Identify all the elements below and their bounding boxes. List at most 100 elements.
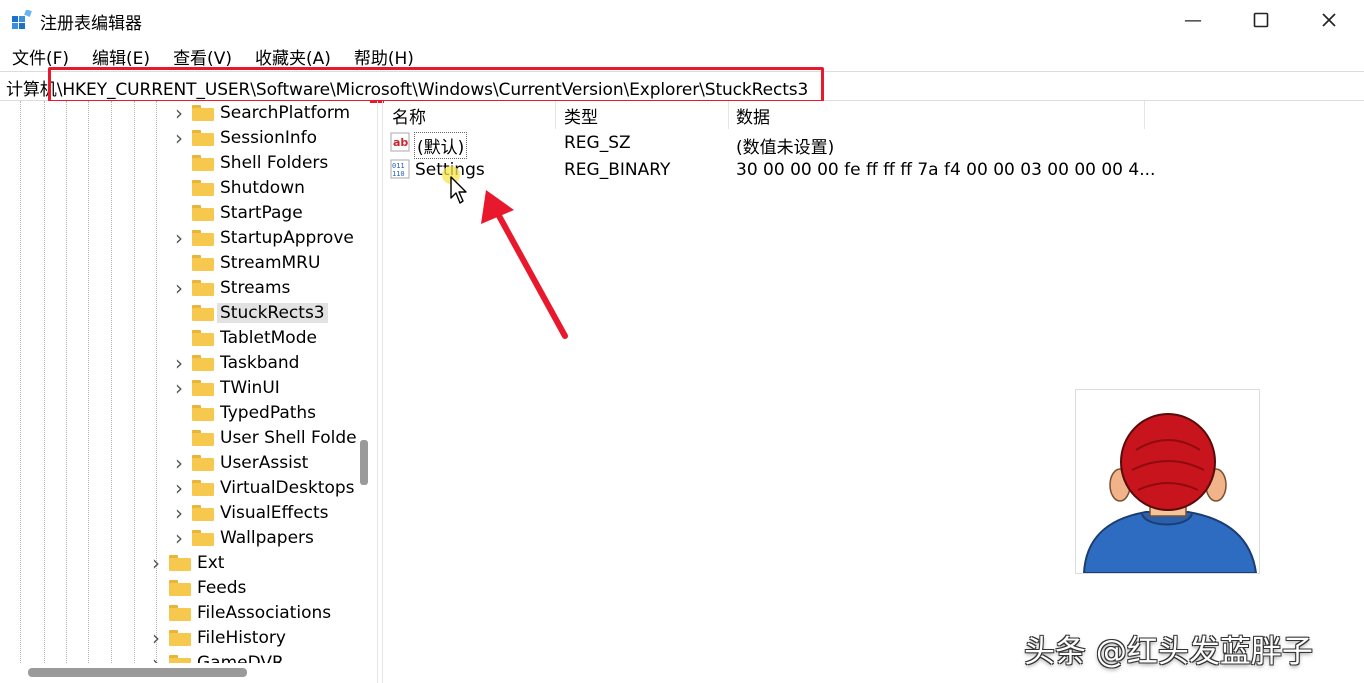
chevron-right-icon[interactable]: ›	[172, 376, 186, 400]
tree-item-label: StuckRects3	[217, 303, 328, 323]
chevron-right-icon[interactable]: ›	[149, 626, 163, 650]
folder-icon	[169, 555, 191, 571]
folder-icon	[169, 605, 191, 621]
registry-editor-icon	[12, 10, 32, 29]
tree-item-userassist[interactable]: › UserAssist	[172, 451, 308, 475]
folder-icon	[192, 155, 214, 171]
tree-item-label: Taskband	[220, 353, 300, 373]
folder-icon	[192, 455, 214, 471]
tree-item-streams[interactable]: › Streams	[172, 276, 290, 300]
chevron-right-icon[interactable]: ›	[172, 451, 186, 475]
tree-item-twinui[interactable]: › TWinUI	[172, 376, 280, 400]
svg-text:110: 110	[392, 170, 405, 178]
tree-item-ext[interactable]: › Ext	[149, 551, 224, 575]
tree-item-label: Shell Folders	[220, 153, 329, 173]
folder-icon	[192, 305, 214, 321]
chevron-right-icon[interactable]: ›	[149, 551, 163, 575]
address-bar[interactable]: 计算机\HKEY_CURRENT_USER\Software\Microsoft…	[0, 71, 1364, 101]
minimize-icon: —	[1184, 9, 1202, 31]
tree-item-label: StreamMRU	[220, 253, 321, 273]
pane-splitter[interactable]	[377, 101, 383, 683]
value-type: REG_SZ	[564, 133, 631, 153]
folder-icon	[192, 530, 214, 546]
column-header-name[interactable]: 名称	[392, 103, 426, 129]
tree-item-searchplatform[interactable]: › SearchPlatform	[172, 101, 350, 125]
column-separator[interactable]	[1144, 101, 1145, 129]
folder-icon	[192, 255, 214, 271]
maximize-icon	[1253, 12, 1269, 28]
chevron-right-icon[interactable]: ›	[172, 226, 186, 250]
value-row-settings[interactable]: 011 110 Settings REG_BINARY 30 00 00 00 …	[384, 157, 1364, 184]
chevron-right-icon[interactable]: ›	[172, 526, 186, 550]
folder-icon	[192, 380, 214, 396]
folder-icon	[192, 130, 214, 146]
tree-item-virtualdesktops[interactable]: › VirtualDesktops	[172, 476, 355, 500]
menu-edit[interactable]: 编辑(E)	[80, 41, 160, 69]
tree-item-label: VirtualDesktops	[220, 478, 355, 498]
tree-item-label: User Shell Folde	[220, 428, 357, 448]
tree-guide-line	[134, 101, 135, 683]
chevron-right-icon[interactable]: ›	[172, 476, 186, 500]
close-button[interactable]	[1306, 6, 1352, 34]
menu-view[interactable]: 查看(V)	[161, 41, 242, 69]
menu-bar: 文件(F) 编辑(E) 查看(V) 收藏夹(A) 帮助(H)	[0, 41, 1364, 69]
chevron-right-icon[interactable]: ›	[172, 126, 186, 150]
tree-item-fileassociations[interactable]: FileAssociations	[149, 601, 331, 625]
tree-item-label: SessionInfo	[220, 128, 318, 148]
chevron-right-icon[interactable]: ›	[172, 101, 186, 125]
tree-item-label: Feeds	[197, 578, 247, 598]
tree-item-shutdown[interactable]: Shutdown	[172, 176, 305, 200]
value-type: REG_BINARY	[564, 160, 671, 180]
tree-item-shell-folders[interactable]: Shell Folders	[172, 151, 328, 175]
tree-item-label: FileAssociations	[197, 603, 332, 623]
menu-favorites[interactable]: 收藏夹(A)	[243, 41, 341, 69]
tree-item-startupapprove[interactable]: › StartupApprove	[172, 226, 354, 250]
tree-item-tabletmode[interactable]: TabletMode	[172, 326, 317, 350]
tree-item-typedpaths[interactable]: TypedPaths	[172, 401, 316, 425]
tree-item-label: StartPage	[220, 203, 303, 223]
folder-icon	[192, 180, 214, 196]
tree-vertical-scroll-thumb[interactable]	[360, 440, 368, 485]
tree-item-label: FileHistory	[197, 628, 286, 648]
column-separator[interactable]	[555, 101, 556, 129]
tree-item-label: Streams	[220, 278, 291, 298]
tree-item-sessioninfo[interactable]: › SessionInfo	[172, 126, 317, 150]
tree-item-wallpapers[interactable]: › Wallpapers	[172, 526, 314, 550]
tree-item-filehistory[interactable]: › FileHistory	[149, 626, 286, 650]
column-separator[interactable]	[728, 101, 729, 129]
tree-item-startpage[interactable]: StartPage	[172, 201, 303, 225]
folder-icon	[192, 405, 214, 421]
binary-value-icon: 011 110	[390, 159, 410, 179]
column-header-data[interactable]: 数据	[736, 103, 770, 129]
menu-file[interactable]: 文件(F)	[0, 41, 79, 69]
address-path[interactable]: 计算机\HKEY_CURRENT_USER\Software\Microsoft…	[6, 75, 808, 100]
chevron-right-icon[interactable]: ›	[172, 351, 186, 375]
folder-icon	[169, 630, 191, 646]
folder-icon	[192, 105, 214, 121]
chevron-right-icon[interactable]: ›	[172, 501, 186, 525]
tree-horizontal-scroll-thumb[interactable]	[28, 668, 247, 677]
value-data: (数值未设置)	[736, 138, 835, 158]
folder-icon	[192, 355, 214, 371]
tree-item-stuckrects3[interactable]: StuckRects3	[172, 301, 328, 325]
chevron-right-icon[interactable]: ›	[172, 276, 186, 300]
tree-vertical-scrollbar[interactable]	[357, 101, 370, 661]
minimize-button[interactable]: —	[1170, 6, 1216, 34]
tree-item-label: Ext	[197, 553, 225, 573]
value-row-default[interactable]: ab (默认) REG_SZ (数值未设置)	[384, 130, 1364, 159]
tree-item-visualeffects[interactable]: › VisualEffects	[172, 501, 329, 525]
maximize-button[interactable]	[1238, 6, 1284, 34]
tree-item-label: TypedPaths	[220, 403, 317, 423]
tree-item-label: TabletMode	[220, 328, 317, 348]
tree-item-taskband[interactable]: › Taskband	[172, 351, 299, 375]
tree-item-feeds[interactable]: Feeds	[149, 576, 246, 600]
menu-help[interactable]: 帮助(H)	[342, 41, 424, 69]
tree-item-streammru[interactable]: StreamMRU	[172, 251, 320, 275]
column-header-type[interactable]: 类型	[564, 103, 598, 129]
avatar	[1075, 389, 1260, 574]
close-icon	[1322, 13, 1336, 27]
key-tree-pane[interactable]: › SearchPlatform › SessionInfo Shell Folders…	[0, 101, 370, 683]
tree-guide-line	[20, 101, 21, 683]
folder-icon	[169, 580, 191, 596]
tree-item-user-shell-folde[interactable]: User Shell Folde	[172, 426, 357, 450]
